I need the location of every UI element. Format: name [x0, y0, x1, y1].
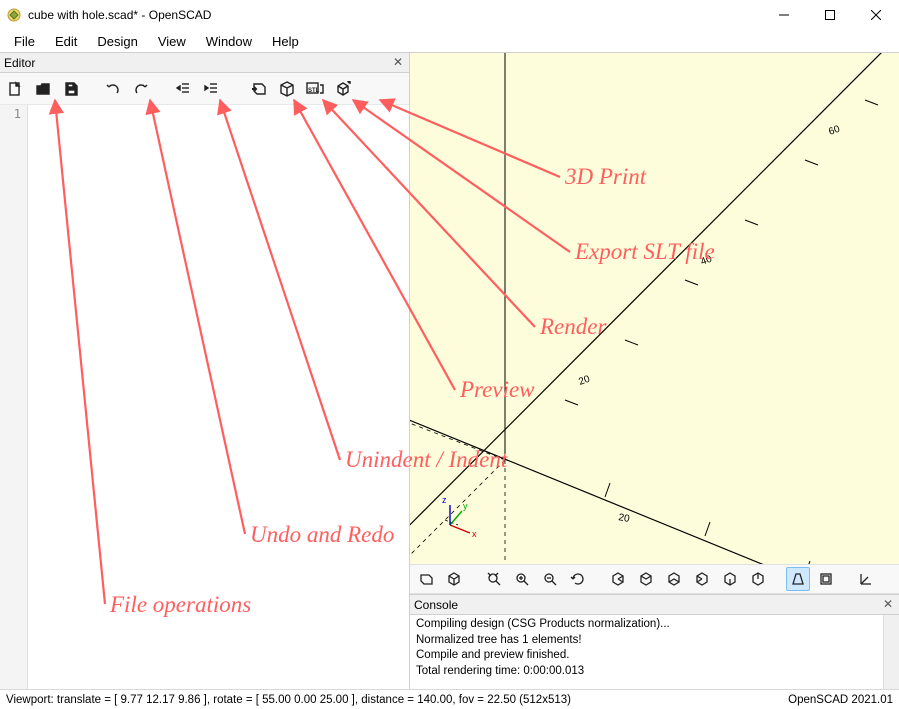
- editor-title: Editor: [4, 56, 35, 70]
- view-toolbar: [410, 564, 899, 594]
- render-view-button[interactable]: [442, 567, 466, 591]
- app-icon: [6, 7, 22, 23]
- viewport-3d[interactable]: 20 40 60 20 40 x y z: [410, 53, 899, 564]
- new-file-button[interactable]: [4, 78, 26, 100]
- view-bottom-button[interactable]: [662, 567, 686, 591]
- main-area: Editor ✕ STL 1: [0, 52, 899, 689]
- menu-help[interactable]: Help: [262, 32, 309, 51]
- console-header: Console ✕: [410, 595, 899, 615]
- tick-label: 40: [699, 254, 714, 268]
- zoom-in-button[interactable]: [510, 567, 534, 591]
- orthographic-button[interactable]: [814, 567, 838, 591]
- editor-header: Editor ✕: [0, 53, 409, 73]
- undo-button[interactable]: [102, 78, 124, 100]
- view-front-button[interactable]: [718, 567, 742, 591]
- statusbar: Viewport: translate = [ 9.77 12.17 9.86 …: [0, 689, 899, 709]
- console-pane: Console ✕ Compiling design (CSG Products…: [410, 594, 899, 689]
- console-line: Normalized tree has 1 elements!: [416, 633, 893, 649]
- view-top-button[interactable]: [634, 567, 658, 591]
- editor-toolbar: STL: [0, 73, 409, 105]
- menu-view[interactable]: View: [148, 32, 196, 51]
- console-body[interactable]: Compiling design (CSG Products normaliza…: [410, 615, 899, 689]
- tick-label: 60: [827, 124, 842, 138]
- tick-label: 20: [617, 512, 630, 525]
- console-close-button[interactable]: ✕: [881, 597, 895, 611]
- svg-text:y: y: [463, 501, 468, 511]
- editor-body: 1: [0, 105, 409, 689]
- maximize-button[interactable]: [807, 0, 853, 30]
- indent-button[interactable]: [200, 78, 222, 100]
- open-file-button[interactable]: [32, 78, 54, 100]
- view-right-button[interactable]: [606, 567, 630, 591]
- titlebar: cube with hole.scad* - OpenSCAD: [0, 0, 899, 30]
- redo-button[interactable]: [130, 78, 152, 100]
- export-stl-button[interactable]: STL: [304, 78, 326, 100]
- line-number: 1: [14, 107, 21, 121]
- console-line: Compile and preview finished.: [416, 648, 893, 664]
- reset-view-button[interactable]: [566, 567, 590, 591]
- tick-label: 20: [577, 374, 592, 388]
- preview-button[interactable]: [248, 78, 270, 100]
- menubar: File Edit Design View Window Help: [0, 30, 899, 52]
- svg-text:STL: STL: [308, 88, 320, 94]
- 3d-print-button[interactable]: [332, 78, 354, 100]
- zoom-fit-button[interactable]: [482, 567, 506, 591]
- menu-edit[interactable]: Edit: [45, 32, 87, 51]
- editor-close-button[interactable]: ✕: [391, 55, 405, 69]
- menu-design[interactable]: Design: [87, 32, 147, 51]
- console-title: Console: [414, 598, 458, 612]
- console-line: Compiling design (CSG Products normaliza…: [416, 617, 893, 633]
- status-left: Viewport: translate = [ 9.77 12.17 9.86 …: [6, 694, 571, 706]
- right-pane: 20 40 60 20 40 x y z: [410, 53, 899, 689]
- axes-toggle-button[interactable]: [854, 567, 878, 591]
- preview-view-button[interactable]: [414, 567, 438, 591]
- line-gutter: 1: [0, 105, 28, 689]
- view-back-button[interactable]: [746, 567, 770, 591]
- console-scrollbar[interactable]: [883, 615, 899, 689]
- view-left-button[interactable]: [690, 567, 714, 591]
- window-buttons: [761, 0, 899, 30]
- minimize-button[interactable]: [761, 0, 807, 30]
- close-button[interactable]: [853, 0, 899, 30]
- svg-text:z: z: [442, 495, 447, 505]
- status-right: OpenSCAD 2021.01: [788, 694, 893, 706]
- menu-file[interactable]: File: [4, 32, 45, 51]
- zoom-out-button[interactable]: [538, 567, 562, 591]
- unindent-button[interactable]: [172, 78, 194, 100]
- render-button[interactable]: [276, 78, 298, 100]
- perspective-button[interactable]: [786, 567, 810, 591]
- menu-window[interactable]: Window: [196, 32, 262, 51]
- svg-text:x: x: [472, 529, 477, 539]
- console-line: Total rendering time: 0:00:00.013: [416, 664, 893, 680]
- code-editor[interactable]: [28, 105, 409, 689]
- save-file-button[interactable]: [60, 78, 82, 100]
- window-title: cube with hole.scad* - OpenSCAD: [28, 8, 211, 22]
- editor-pane: Editor ✕ STL 1: [0, 53, 410, 689]
